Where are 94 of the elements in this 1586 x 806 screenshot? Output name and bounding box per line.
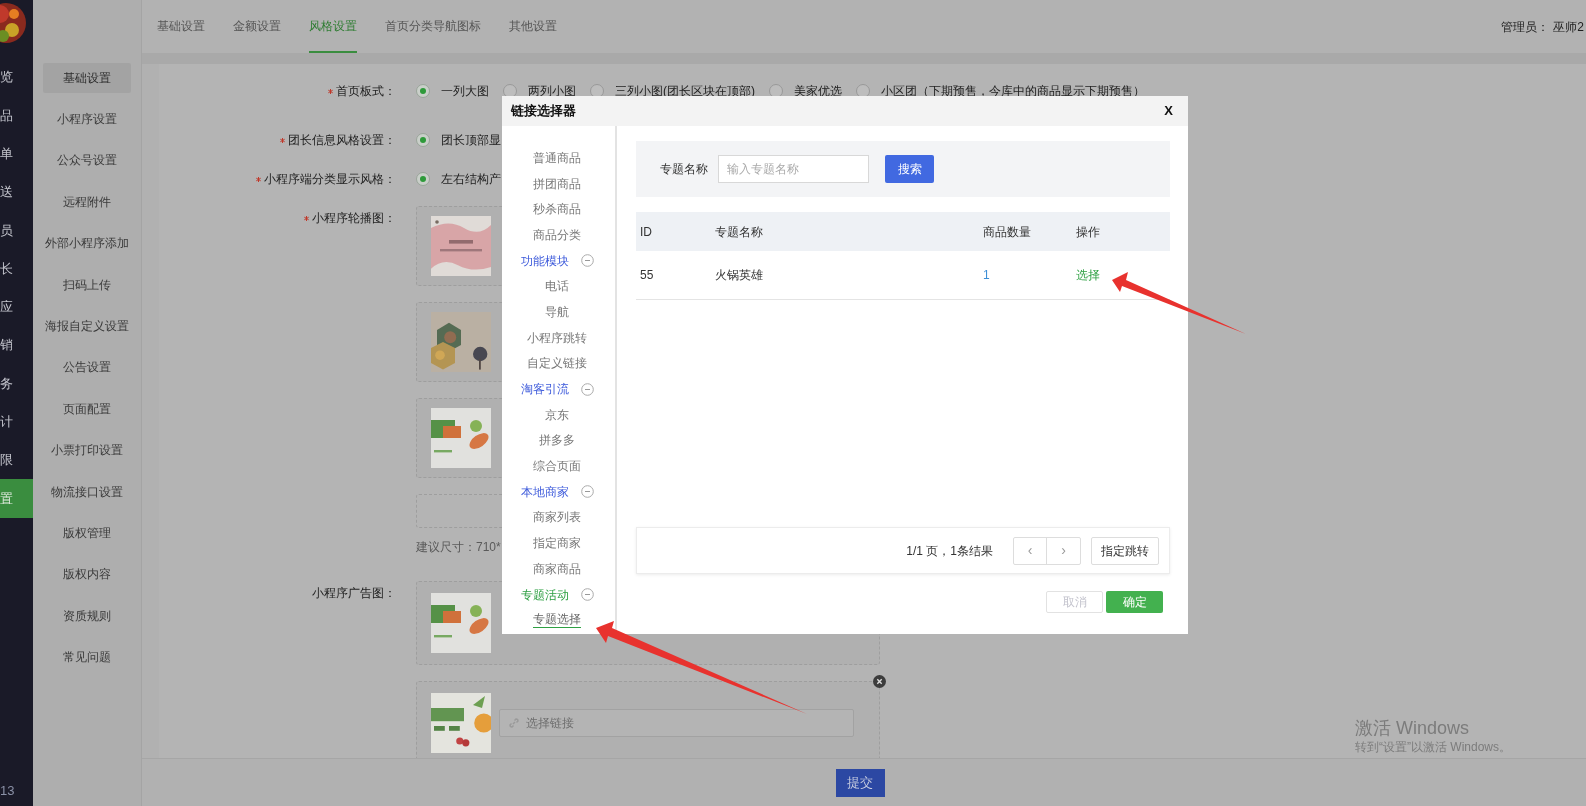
search-label: 专题名称 xyxy=(660,161,708,178)
radio-label: 左右结构产 xyxy=(441,171,501,188)
column-header: 商品数量 xyxy=(983,223,1032,241)
nav-item[interactable]: 置 xyxy=(0,479,33,518)
search-field[interactable]: 输入专题名称 xyxy=(718,155,869,183)
nav-item[interactable]: 限 xyxy=(0,440,33,480)
radio-button[interactable] xyxy=(416,84,430,98)
tree-item[interactable]: 专题选择 xyxy=(532,612,581,629)
tree-group[interactable]: 淘客引流 xyxy=(521,380,569,399)
admin-label: 管理员： xyxy=(1501,18,1550,36)
dialog-title: 链接选择器 xyxy=(511,102,576,121)
next-page-button[interactable]: › xyxy=(1047,537,1080,564)
settings-menu-item[interactable]: 常见问题 xyxy=(43,642,131,673)
tree-item[interactable]: 指定商家 xyxy=(532,534,581,553)
tab[interactable]: 其他设置 xyxy=(509,0,557,53)
field-label: 小程序端分类显示风格： xyxy=(264,171,396,188)
table-cell-text: 火锅英雄 xyxy=(715,267,764,284)
table-cell-text: 55 xyxy=(639,267,655,284)
submit-button[interactable]: 提交 xyxy=(835,768,885,797)
radio-label: 一列大图 xyxy=(441,83,489,100)
tree-item[interactable]: 拼团商品 xyxy=(532,174,581,193)
nav-item[interactable]: 员 xyxy=(0,211,33,250)
settings-menu-item[interactable]: 远程附件 xyxy=(43,186,131,217)
tree-group[interactable]: 功能模块 xyxy=(521,251,569,270)
jump-page-button[interactable]: 指定跳转 xyxy=(1091,536,1159,565)
radio-label: 团长顶部显 xyxy=(441,132,501,149)
tree-item[interactable]: 京东 xyxy=(544,405,569,424)
confirm-button[interactable]: 确定 xyxy=(1106,591,1163,613)
nav-item[interactable]: 品 xyxy=(0,96,33,135)
settings-menu-item[interactable]: 外部小程序添加 xyxy=(43,228,131,259)
admin-name: 巫师2 xyxy=(1553,18,1584,36)
select-link[interactable]: 选择 xyxy=(1076,268,1100,282)
tree-group[interactable]: 专题活动 xyxy=(521,585,569,604)
tree-item[interactable]: 商家列表 xyxy=(532,508,581,527)
tree-item[interactable]: 小程序跳转 xyxy=(526,328,587,347)
settings-menu-item[interactable]: 小票打印设置 xyxy=(43,435,131,466)
nav-item[interactable]: 送 xyxy=(0,172,33,212)
activation-notice-title: 激活 Windows xyxy=(1355,717,1471,739)
tree-item[interactable]: 自定义链接 xyxy=(526,354,587,373)
tree-group[interactable]: 本地商家 xyxy=(521,482,569,501)
page-summary: 1/1 页，1条结果 xyxy=(906,542,993,560)
tab[interactable]: 金额设置 xyxy=(233,0,281,53)
nav-item[interactable]: 单 xyxy=(0,134,33,173)
settings-menu-item[interactable]: 公告设置 xyxy=(43,352,131,383)
collapse-icon[interactable] xyxy=(581,588,594,602)
tree-item[interactable]: 综合页面 xyxy=(532,457,581,476)
radio-button[interactable] xyxy=(416,133,430,147)
settings-menu-item[interactable]: 基础设置 xyxy=(43,62,131,93)
field-label: 小程序广告图： xyxy=(312,585,396,602)
field-label: 首页板式： xyxy=(336,83,396,100)
field-label: 小程序轮播图： xyxy=(312,210,396,227)
settings-menu-item[interactable]: 公众号设置 xyxy=(43,145,131,176)
nav-item[interactable]: 销 xyxy=(0,326,33,365)
link-icon xyxy=(508,717,520,729)
search-button[interactable]: 搜索 xyxy=(885,155,934,183)
settings-menu-item[interactable]: 物流接口设置 xyxy=(43,476,131,507)
column-header: ID xyxy=(639,223,653,241)
tab[interactable]: 基础设置 xyxy=(157,0,205,53)
settings-menu-item[interactable]: 海报自定义设置 xyxy=(43,311,131,342)
settings-menu-item[interactable]: 小程序设置 xyxy=(43,104,131,135)
previous-page-button[interactable]: ‹ xyxy=(1014,537,1047,564)
nav-item[interactable]: 应 xyxy=(0,287,33,327)
tree-item[interactable]: 拼多多 xyxy=(538,431,575,450)
collapse-icon[interactable] xyxy=(581,485,594,499)
settings-menu-item[interactable]: 页面配置 xyxy=(43,393,131,424)
settings-menu-item[interactable]: 资质规则 xyxy=(43,600,131,631)
tree-item[interactable]: 导航 xyxy=(544,302,569,321)
settings-menu-item[interactable]: 版权内容 xyxy=(43,559,131,590)
tree-item[interactable]: 商品分类 xyxy=(532,225,581,244)
field-label: 团长信息风格设置： xyxy=(288,132,396,149)
tab[interactable]: 首页分类导航图标 xyxy=(385,0,481,53)
radio-button[interactable] xyxy=(416,172,430,186)
settings-menu-item[interactable]: 扫码上传 xyxy=(43,269,131,300)
size-hint: 建议尺寸：710* xyxy=(416,539,501,556)
nav-item[interactable]: 务 xyxy=(0,364,33,403)
column-header: 操作 xyxy=(1076,223,1101,241)
table-cell-text: 1 xyxy=(983,267,991,284)
settings-menu-item[interactable]: 版权管理 xyxy=(43,518,131,548)
radio-label: 两列小图 xyxy=(528,83,576,100)
collapse-icon[interactable] xyxy=(581,254,594,268)
column-header: 专题名称 xyxy=(715,223,764,241)
nav-item[interactable]: 计 xyxy=(0,402,33,441)
link-placeholder: 选择链接 xyxy=(526,715,574,732)
radio-label: 美家优选 xyxy=(794,83,842,100)
remove-icon[interactable] xyxy=(873,675,886,688)
nav-item[interactable]: 览 xyxy=(0,58,33,97)
close-button[interactable]: X xyxy=(1164,101,1173,121)
tree-item[interactable]: 秒杀商品 xyxy=(532,200,581,219)
nav-item[interactable]: 长 xyxy=(0,249,33,288)
collapse-icon[interactable] xyxy=(581,382,594,396)
tree-item[interactable]: 电话 xyxy=(544,277,569,296)
tree-item[interactable]: 商家商品 xyxy=(532,559,581,578)
tree-item[interactable]: 普通商品 xyxy=(532,148,581,167)
version-number: 13 xyxy=(0,781,15,800)
